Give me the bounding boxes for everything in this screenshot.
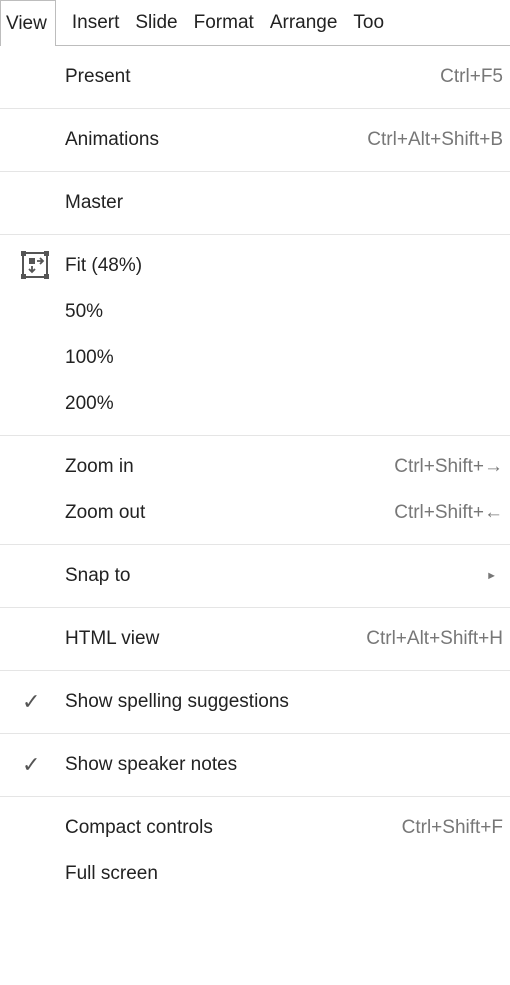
menu-section-snap: Snap to ►: [0, 545, 510, 608]
menu-item-label: Show spelling suggestions: [65, 691, 289, 712]
menu-bar: View Insert Slide Format Arrange Too: [0, 0, 510, 46]
menu-section-master: Master: [0, 172, 510, 235]
menu-slide[interactable]: Slide: [135, 0, 177, 46]
submenu-arrow-icon: ►: [486, 570, 497, 582]
menu-item-full-screen[interactable]: Full screen: [0, 851, 510, 897]
menu-section-zoom: Zoom in Ctrl+Shift+→ Zoom out Ctrl+Shift…: [0, 436, 510, 545]
menu-item-zoom-200[interactable]: 200%: [0, 381, 510, 427]
menu-item-label: 200%: [65, 393, 114, 414]
menu-section-display: Compact controls Ctrl+Shift+F Full scree…: [0, 797, 510, 905]
fit-to-screen-icon: [21, 251, 49, 279]
menu-item-shortcut: Ctrl+Shift+F: [401, 817, 503, 838]
menu-item-shortcut: Ctrl+Alt+Shift+B: [367, 129, 503, 150]
menu-item-label: Fit (48%): [65, 255, 143, 276]
menu-item-present[interactable]: Present Ctrl+F5: [0, 54, 510, 100]
menu-section-zoom-levels: Fit (48%) 50% 100% 200%: [0, 235, 510, 436]
menu-section-html: HTML view Ctrl+Alt+Shift+H: [0, 608, 510, 671]
menu-item-compact-controls[interactable]: Compact controls Ctrl+Shift+F: [0, 805, 510, 851]
checkmark-icon: ✓: [22, 752, 41, 777]
menu-item-show-speaker-notes[interactable]: ✓ Show speaker notes: [0, 742, 510, 788]
menu-item-zoom-100[interactable]: 100%: [0, 335, 510, 381]
menu-section-spelling: ✓ Show spelling suggestions: [0, 671, 510, 734]
menu-item-shortcut: Ctrl+Alt+Shift+H: [366, 628, 503, 649]
menu-tools[interactable]: Too: [353, 0, 384, 46]
menu-item-label: 50%: [65, 301, 104, 322]
menu-item-animations[interactable]: Animations Ctrl+Alt+Shift+B: [0, 117, 510, 163]
menu-item-shortcut: Ctrl+Shift+←: [394, 502, 503, 523]
menu-item-shortcut: Ctrl+F5: [440, 66, 503, 87]
menu-item-show-spelling[interactable]: ✓ Show spelling suggestions: [0, 679, 510, 725]
menu-section-speaker-notes: ✓ Show speaker notes: [0, 734, 510, 797]
checkmark-icon: ✓: [22, 689, 41, 714]
menu-view[interactable]: View: [0, 0, 56, 46]
menu-item-label: Present: [65, 66, 131, 87]
menu-item-zoom-out[interactable]: Zoom out Ctrl+Shift+←: [0, 490, 510, 536]
menu-item-shortcut: Ctrl+Shift+→: [394, 456, 503, 477]
menu-item-label: Snap to: [65, 565, 131, 586]
menu-item-label: Compact controls: [65, 817, 213, 838]
menu-item-master[interactable]: Master: [0, 180, 510, 226]
menu-insert[interactable]: Insert: [72, 0, 120, 46]
menu-item-label: Zoom out: [65, 502, 146, 523]
menu-item-label: Zoom in: [65, 456, 134, 477]
menu-item-label: Full screen: [65, 863, 158, 884]
menu-format[interactable]: Format: [194, 0, 254, 46]
menu-item-fit[interactable]: Fit (48%): [0, 243, 510, 289]
menu-item-label: Master: [65, 192, 124, 213]
menu-section-animations: Animations Ctrl+Alt+Shift+B: [0, 109, 510, 172]
menu-item-label: HTML view: [65, 628, 160, 649]
menu-item-label: Animations: [65, 129, 159, 150]
menu-section-present: Present Ctrl+F5: [0, 46, 510, 109]
view-dropdown-menu: Present Ctrl+F5 Animations Ctrl+Alt+Shif…: [0, 45, 510, 985]
menu-item-zoom-in[interactable]: Zoom in Ctrl+Shift+→: [0, 444, 510, 490]
menu-item-label: Show speaker notes: [65, 754, 238, 775]
menu-item-snap-to[interactable]: Snap to ►: [0, 553, 510, 599]
menu-item-zoom-50[interactable]: 50%: [0, 289, 510, 335]
menu-arrange[interactable]: Arrange: [270, 0, 338, 46]
menu-item-label: 100%: [65, 347, 114, 368]
menu-item-html-view[interactable]: HTML view Ctrl+Alt+Shift+H: [0, 616, 510, 662]
